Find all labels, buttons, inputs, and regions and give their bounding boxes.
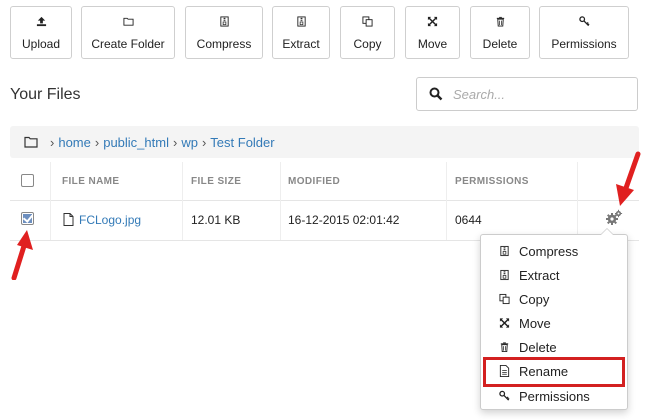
copy-icon: [498, 293, 511, 306]
table-header-divider: [10, 200, 639, 201]
search-box[interactable]: [416, 77, 638, 111]
context-menu-label: Delete: [519, 339, 557, 355]
delete-label: Delete: [482, 36, 518, 51]
context-menu-label: Move: [519, 315, 551, 331]
file-icon: [498, 365, 511, 378]
compress-label: Compress: [196, 36, 252, 51]
column-header-modified[interactable]: MODIFIED: [288, 176, 340, 187]
copy-icon: [361, 15, 375, 29]
extract-label: Extract: [282, 36, 320, 51]
move-label: Move: [417, 36, 448, 51]
breadcrumb-item-home[interactable]: home: [58, 135, 91, 150]
compress-button[interactable]: Compress: [185, 6, 263, 59]
breadcrumb-separator-icon: ›: [172, 134, 178, 150]
permissions-button[interactable]: Permissions: [539, 6, 629, 59]
row-checkbox[interactable]: [21, 212, 34, 225]
folder-icon: [121, 15, 135, 29]
breadcrumb: › home › public_html › wp › Test Folder: [10, 126, 639, 158]
annotation-arrow-icon: [11, 230, 33, 280]
column-header-permissions[interactable]: PERMISSIONS: [455, 176, 529, 187]
create-folder-label: Create Folder: [91, 36, 165, 51]
context-menu-item-compress[interactable]: Compress: [481, 239, 627, 263]
context-menu-item-extract[interactable]: Extract: [481, 263, 627, 287]
breadcrumb-separator-icon: ›: [201, 134, 207, 150]
select-all-checkbox[interactable]: [21, 174, 34, 187]
breadcrumb-item-wp[interactable]: wp: [181, 135, 198, 150]
column-divider: [446, 162, 447, 240]
upload-label: Upload: [21, 36, 61, 51]
breadcrumb-separator-icon: ›: [50, 134, 55, 150]
create-folder-button[interactable]: Create Folder: [81, 6, 175, 59]
file-permissions: 0644: [455, 213, 482, 227]
column-divider: [50, 162, 51, 240]
search-icon: [429, 87, 443, 101]
trash-icon: [493, 15, 507, 29]
move-button[interactable]: Move: [405, 6, 460, 59]
search-input[interactable]: [453, 86, 623, 102]
context-menu-label: Compress: [519, 243, 579, 259]
folder-icon: [24, 136, 38, 148]
upload-button[interactable]: Upload: [10, 6, 72, 59]
extract-button[interactable]: Extract: [272, 6, 330, 59]
archive-icon: [294, 15, 308, 29]
context-menu-item-permissions[interactable]: Permissions: [481, 384, 627, 408]
key-icon: [498, 390, 511, 403]
breadcrumb-separator-icon: ›: [94, 134, 100, 150]
copy-label: Copy: [353, 36, 382, 51]
context-menu-label: Rename: [519, 363, 569, 379]
archive-icon: [498, 269, 511, 282]
file-size: 12.01 KB: [191, 213, 241, 227]
context-menu-label: Permissions: [519, 388, 590, 404]
breadcrumb-item-test-folder[interactable]: Test Folder: [210, 135, 274, 150]
context-menu-item-move[interactable]: Move: [481, 311, 627, 335]
context-menu-item-copy[interactable]: Copy: [481, 287, 627, 311]
delete-button[interactable]: Delete: [470, 6, 530, 59]
context-menu-label: Copy: [519, 291, 550, 307]
file-name-link[interactable]: FCLogo.jpg: [79, 213, 141, 227]
file-icon: [63, 213, 74, 226]
column-header-file-name[interactable]: FILE NAME: [62, 176, 120, 187]
context-menu-item-rename[interactable]: Rename: [481, 359, 627, 383]
column-divider: [577, 162, 578, 240]
archive-icon: [217, 15, 231, 29]
column-divider: [280, 162, 281, 240]
gear-icon[interactable]: [605, 209, 623, 227]
key-icon: [577, 15, 591, 29]
file-modified: 16-12-2015 02:01:42: [288, 213, 400, 227]
context-menu-item-delete[interactable]: Delete: [481, 335, 627, 359]
upload-icon: [34, 15, 48, 29]
trash-icon: [498, 341, 511, 354]
page-title: Your Files: [10, 86, 81, 103]
context-menu: Compress Extract Copy Move Delete Rename…: [480, 228, 628, 410]
move-icon: [426, 15, 440, 29]
move-icon: [498, 317, 511, 330]
context-menu-label: Extract: [519, 267, 560, 283]
column-header-file-size[interactable]: FILE SIZE: [191, 176, 241, 187]
breadcrumb-item-public-html[interactable]: public_html: [103, 135, 169, 150]
archive-icon: [498, 245, 511, 258]
permissions-label: Permissions: [551, 36, 617, 51]
copy-button[interactable]: Copy: [340, 6, 395, 59]
column-divider: [182, 162, 183, 240]
